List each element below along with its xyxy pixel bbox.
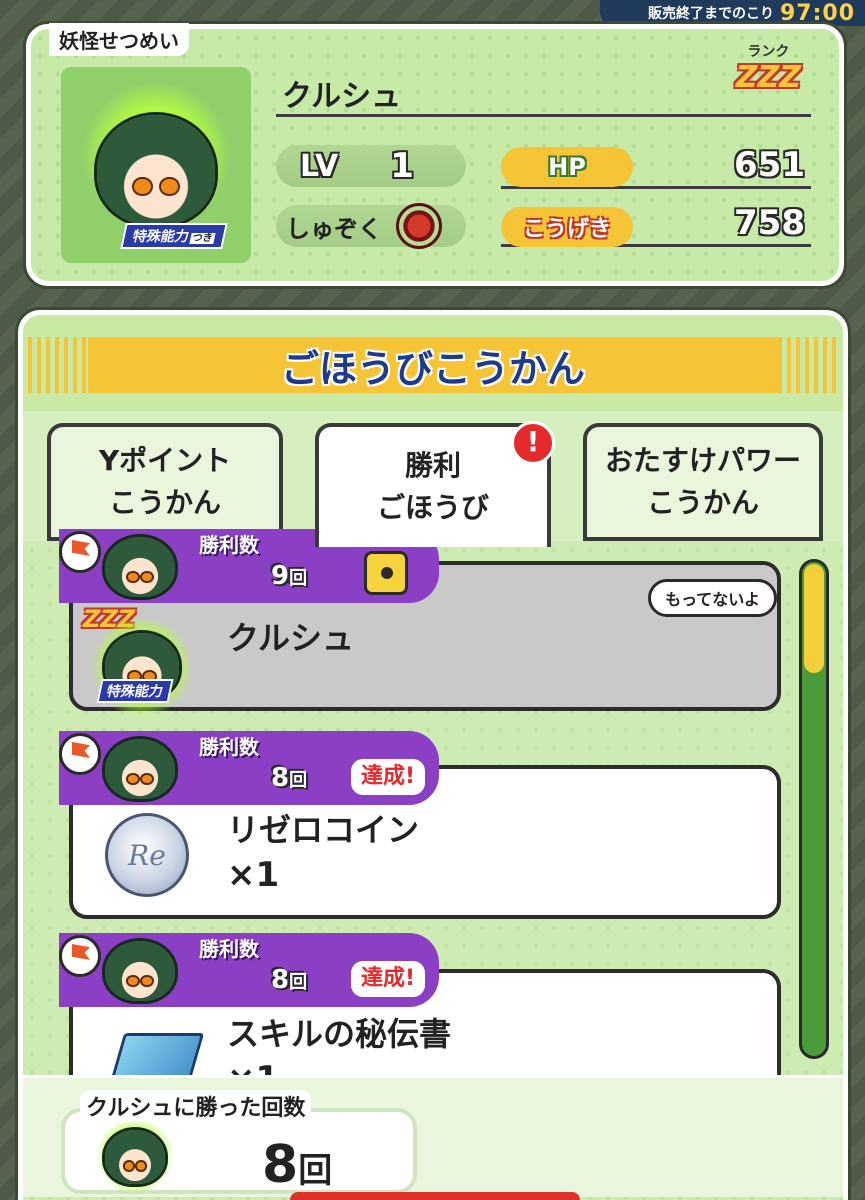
yokai-info-panel: 妖怪せつめい 特殊能力つき クルシュ ランク ZZZ LV 1 しゅぞく 651… bbox=[26, 23, 844, 286]
character-face-icon bbox=[105, 537, 175, 597]
win-count-unit: 回 bbox=[289, 568, 308, 589]
timer-value: 97:00 bbox=[779, 0, 855, 26]
scrollbar-thumb[interactable] bbox=[804, 564, 824, 673]
tab-victory-rewards[interactable]: 勝利 ごほうび ! bbox=[315, 421, 555, 547]
level-stat: LV 1 bbox=[276, 145, 466, 187]
item-name: リゼロコイン bbox=[227, 811, 420, 849]
sale-timer: 販売終了までのこり 97:00 bbox=[600, 0, 865, 26]
achieved-badge: 達成! bbox=[351, 961, 426, 997]
win-count-number: 8 bbox=[271, 763, 290, 793]
info-section-label: 妖怪せつめい bbox=[49, 23, 189, 56]
bottom-button-edge[interactable] bbox=[290, 1192, 580, 1200]
win-count-value: 9回 bbox=[271, 561, 307, 591]
title-ribbon: ごほうびこうかん bbox=[28, 337, 838, 393]
character-face-icon bbox=[97, 115, 215, 225]
tribe-icon bbox=[396, 203, 442, 249]
tribe-label: しゅぞく bbox=[286, 214, 382, 243]
win-count-number: 8 bbox=[271, 965, 290, 995]
reward-exchange-panel: ごほうびこうかん Yポイント こうかん 勝利 ごほうび ! おたすけパワー こう… bbox=[18, 310, 848, 1200]
hp-label: HP bbox=[501, 147, 633, 187]
total-win-count: 8回 bbox=[262, 1135, 332, 1195]
tab-label-line1: 勝利 bbox=[404, 449, 461, 482]
tab-label: おたすけパワー こうかん bbox=[605, 440, 801, 524]
attack-label: こうげき bbox=[501, 207, 633, 247]
yokai-name: クルシュ bbox=[276, 71, 811, 117]
rank-label: ランク bbox=[747, 44, 790, 60]
tab-y-point-exchange[interactable]: Yポイント こうかん bbox=[47, 423, 283, 541]
win-count-ribbon: 勝利数 8回 達成! bbox=[59, 731, 439, 805]
flag-icon bbox=[59, 531, 101, 573]
win-count-label: 勝利数 bbox=[199, 937, 259, 961]
win-count-label: 勝利数 bbox=[199, 533, 259, 557]
tab-label-line2: ごほうび bbox=[376, 491, 489, 524]
attack-value: 758 bbox=[734, 203, 805, 243]
not-owned-bubble: もってないよ bbox=[648, 579, 777, 617]
item-name: クルシュ bbox=[227, 619, 355, 657]
special-ability-suffix: つき bbox=[189, 233, 216, 244]
rank-badge: ランク ZZZ bbox=[736, 41, 801, 95]
total-win-number: 8 bbox=[262, 1135, 299, 1195]
coin-icon: Re bbox=[105, 813, 189, 897]
hp-value: 651 bbox=[734, 145, 805, 185]
tab-label-line2: こうかん bbox=[108, 486, 221, 519]
tab-label-line1: おたすけパワー bbox=[604, 444, 801, 477]
flag-icon bbox=[59, 733, 101, 775]
tab-label: Yポイント こうかん bbox=[99, 440, 231, 524]
win-count-ribbon: 勝利数 8回 達成! bbox=[59, 933, 439, 1007]
alert-icon: ! bbox=[511, 421, 555, 465]
tab-label-line2: こうかん bbox=[646, 486, 759, 519]
character-face-icon bbox=[105, 1130, 165, 1184]
lock-icon bbox=[364, 551, 408, 595]
flag-icon bbox=[59, 935, 101, 977]
character-face-icon bbox=[105, 941, 175, 1001]
win-count-value: 8回 bbox=[271, 965, 307, 995]
win-count-number: 9 bbox=[271, 561, 290, 591]
level-value: 1 bbox=[390, 146, 414, 186]
special-ability-label: 特殊能力 bbox=[131, 229, 191, 245]
tab-label: 勝利 ごほうび bbox=[377, 445, 489, 529]
scrollbar[interactable] bbox=[799, 559, 829, 1059]
level-label: LV bbox=[300, 148, 339, 184]
tab-support-power-exchange[interactable]: おたすけパワー こうかん bbox=[583, 423, 823, 541]
special-ability-tag: 特殊能力つき bbox=[120, 223, 228, 249]
panel-title: ごほうびこうかん bbox=[280, 346, 585, 391]
special-ability-tag: 特殊能力 bbox=[96, 679, 174, 703]
win-count-label: 勝利数 bbox=[199, 735, 259, 759]
item-name: スキルの秘伝書 bbox=[227, 1015, 452, 1053]
tab-label-line1: Yポイント bbox=[98, 444, 232, 477]
tribe-stat: しゅぞく bbox=[276, 203, 466, 249]
rank-value: ZZZ bbox=[735, 60, 801, 95]
reward-header: ごほうびこうかん bbox=[23, 315, 843, 411]
item-quantity: ×1 bbox=[227, 855, 280, 895]
character-face-icon bbox=[105, 739, 175, 799]
win-count-caption: クルシュに勝った回数 bbox=[80, 1090, 312, 1122]
achieved-badge: 達成! bbox=[351, 759, 426, 795]
win-count-unit: 回 bbox=[289, 770, 308, 791]
win-count-value: 8回 bbox=[271, 763, 307, 793]
win-count-unit: 回 bbox=[289, 972, 308, 993]
total-win-unit: 回 bbox=[298, 1151, 333, 1191]
yokai-portrait: 特殊能力つき bbox=[61, 67, 251, 263]
timer-label: 販売終了までのこり bbox=[647, 6, 774, 22]
